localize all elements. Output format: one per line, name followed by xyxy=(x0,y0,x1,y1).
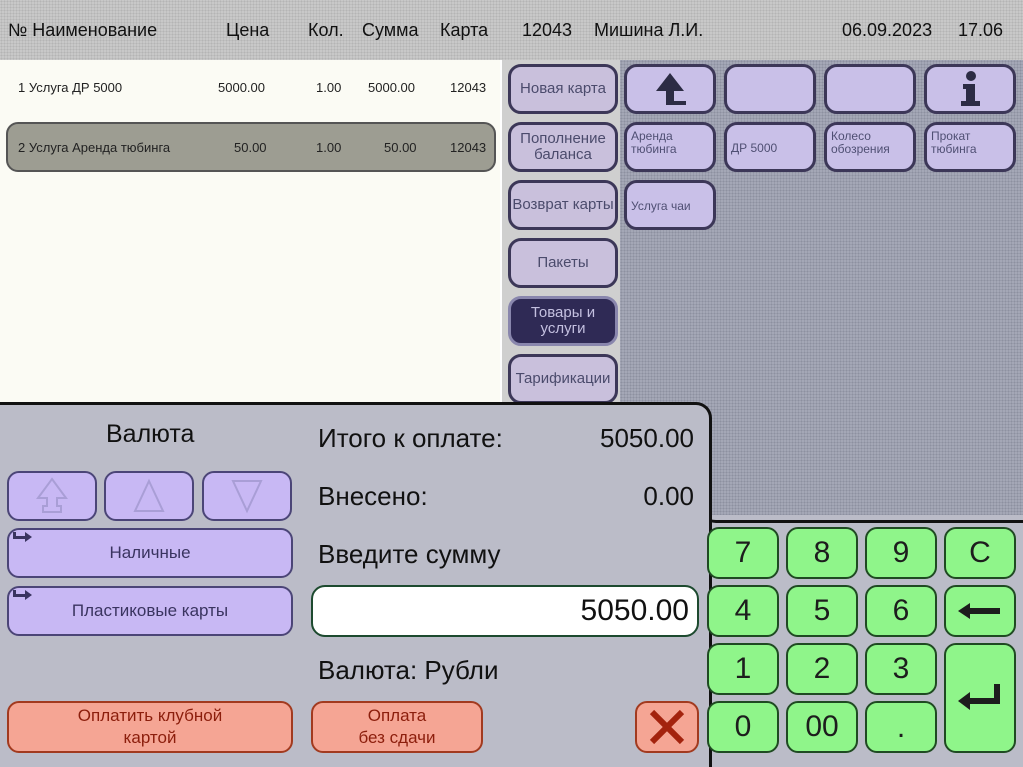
key-7[interactable]: 7 xyxy=(707,527,779,579)
currency-label: Валюта: Рубли xyxy=(318,655,499,685)
card-payment-label: Пластиковые карты xyxy=(71,601,229,620)
key-1[interactable]: 1 xyxy=(707,643,779,695)
row-price: 50.00 xyxy=(234,140,267,155)
receipt-row-selected[interactable]: 2 Услуга Аренда тюбинга 50.00 1.00 50.00… xyxy=(6,122,496,172)
empty-product-slot[interactable] xyxy=(824,64,916,114)
category-column: Новая карта Пополнение баланса Возврат к… xyxy=(502,60,620,405)
cashier-name: Мишина Л.И. xyxy=(594,20,704,40)
row-qty: 1.00 xyxy=(316,140,342,155)
paid-label: Внесено: xyxy=(318,481,428,511)
current-time: 17.06 xyxy=(958,20,1004,40)
close-icon xyxy=(649,709,685,745)
category-new-card[interactable]: Новая карта xyxy=(508,64,618,114)
key-9[interactable]: 9 xyxy=(865,527,937,579)
cash-payment-label: Наличные xyxy=(109,543,191,562)
backspace-icon xyxy=(958,603,1000,619)
product-dr-5000[interactable]: ДР 5000 xyxy=(724,122,816,172)
key-00[interactable]: 00 xyxy=(786,701,858,753)
empty-product-slot[interactable] xyxy=(724,64,816,114)
total-value: 5050.00 xyxy=(600,423,694,453)
key-clear[interactable]: C xyxy=(944,527,1016,579)
category-goods-services[interactable]: Товары и услуги xyxy=(508,296,618,346)
scroll-up-button[interactable] xyxy=(104,471,194,521)
pay-club-card-line2: картой xyxy=(123,728,177,747)
arrow-up-icon xyxy=(656,73,686,105)
product-tubing-hire[interactable]: Прокат тюбинга xyxy=(924,122,1016,172)
current-date: 06.09.2023 xyxy=(842,20,933,40)
arrow-right-icon xyxy=(13,590,32,600)
key-8[interactable]: 8 xyxy=(786,527,858,579)
pay-club-card-button[interactable]: Оплатить клубной картой xyxy=(7,701,293,753)
key-3[interactable]: 3 xyxy=(865,643,937,695)
arrow-right-icon xyxy=(13,532,32,542)
column-sum: Сумма xyxy=(362,20,419,40)
category-top-up-balance[interactable]: Пополнение баланса xyxy=(508,122,618,172)
category-packages[interactable]: Пакеты xyxy=(508,238,618,288)
sum-input[interactable] xyxy=(311,585,699,637)
scroll-down-button[interactable] xyxy=(202,471,292,521)
cash-payment-button[interactable]: Наличные xyxy=(7,528,293,578)
paid-value: 0.00 xyxy=(643,481,694,511)
pay-no-change-line2: без сдачи xyxy=(358,728,436,747)
currency-title: Валюта xyxy=(106,420,195,448)
product-ferris-wheel[interactable]: Колесо обозрения xyxy=(824,122,916,172)
info-icon xyxy=(961,71,980,106)
key-4[interactable]: 4 xyxy=(707,585,779,637)
key-backspace[interactable] xyxy=(944,585,1016,637)
row-qty: 1.00 xyxy=(316,80,342,95)
product-tea-service[interactable]: Услуга чаи xyxy=(624,180,716,230)
card-number: 12043 xyxy=(522,20,573,40)
row-price: 5000.00 xyxy=(218,80,265,95)
triangle-down-icon xyxy=(231,480,263,514)
row-card: 12043 xyxy=(450,140,487,155)
column-qty: Кол. xyxy=(308,20,344,40)
category-tariffs[interactable]: Тарификации xyxy=(508,354,618,404)
row-name: 1 Услуга ДР 5000 xyxy=(18,80,123,95)
column-price: Цена xyxy=(226,20,270,40)
category-card-return[interactable]: Возврат карты xyxy=(508,180,618,230)
row-sum: 5000.00 xyxy=(368,80,415,95)
enter-sum-label: Введите сумму xyxy=(318,539,501,569)
header-bar: № Наименование Цена Кол. Сумма Карта 120… xyxy=(0,0,1023,60)
row-sum: 50.00 xyxy=(384,140,417,155)
row-name: 2 Услуга Аренда тюбинга xyxy=(18,140,171,155)
double-arrow-up-icon xyxy=(36,477,68,513)
up-level-button[interactable] xyxy=(624,64,716,114)
receipt-list: 1 Услуга ДР 5000 5000.00 1.00 5000.00 12… xyxy=(0,60,500,410)
triangle-up-icon xyxy=(133,478,165,512)
receipt-row[interactable]: 1 Услуга ДР 5000 5000.00 1.00 5000.00 12… xyxy=(6,64,496,114)
key-2[interactable]: 2 xyxy=(786,643,858,695)
pay-no-change-line1: Оплата xyxy=(367,706,427,725)
panel-border xyxy=(700,505,1023,523)
pay-club-card-line1: Оплатить клубной xyxy=(77,706,223,725)
product-tubing-rental[interactable]: Аренда тюбинга xyxy=(624,122,716,172)
info-button[interactable] xyxy=(924,64,1016,114)
card-payment-button[interactable]: Пластиковые карты xyxy=(7,586,293,636)
key-decimal[interactable]: . xyxy=(865,701,937,753)
key-6[interactable]: 6 xyxy=(865,585,937,637)
column-card: Карта xyxy=(440,20,489,40)
pay-no-change-button[interactable]: Оплата без сдачи xyxy=(311,701,483,753)
key-enter[interactable] xyxy=(944,643,1016,753)
scroll-top-button[interactable] xyxy=(7,471,97,521)
key-0[interactable]: 0 xyxy=(707,701,779,753)
total-label: Итого к оплате: xyxy=(318,423,503,453)
column-number-name: № Наименование xyxy=(8,20,158,40)
key-5[interactable]: 5 xyxy=(786,585,858,637)
enter-icon xyxy=(958,684,1000,710)
cancel-button[interactable] xyxy=(635,701,699,753)
row-card: 12043 xyxy=(450,80,487,95)
